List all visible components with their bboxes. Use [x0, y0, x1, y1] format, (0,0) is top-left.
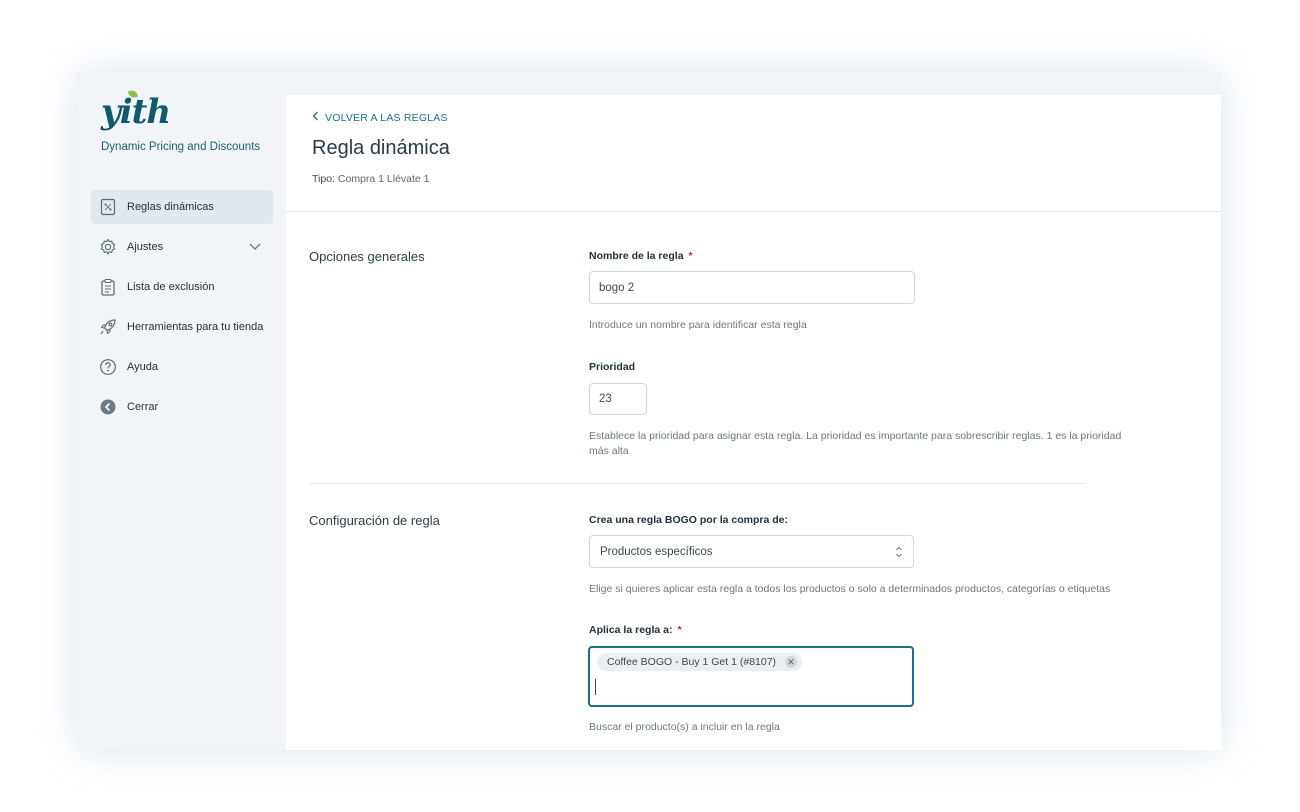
- sidebar-nav: Reglas dinámicas Ajustes Lista de exclus…: [91, 190, 273, 430]
- arrow-left-circle-icon: [99, 398, 117, 416]
- sidebar-item-reglas-dinamicas[interactable]: Reglas dinámicas: [91, 190, 273, 224]
- section-title-general: Opciones generales: [309, 249, 425, 264]
- chevron-down-icon[interactable]: [247, 238, 263, 254]
- rule-name-value: bogo 2: [599, 281, 635, 294]
- select-arrows-icon: [895, 545, 903, 559]
- priority-help: Establece la prioridad para asignar esta…: [589, 430, 1122, 457]
- sidebar-item-ajustes[interactable]: Ajustes: [91, 230, 273, 264]
- bogo-selected-value: Productos específicos: [600, 545, 713, 558]
- product-tag-label: Coffee BOGO - Buy 1 Get 1 (#8107): [607, 656, 777, 668]
- sidebar-item-label: Reglas dinámicas: [127, 201, 214, 213]
- logo-text: yith: [101, 92, 171, 132]
- section-title-config: Configuración de regla: [309, 513, 440, 528]
- remove-tag-icon[interactable]: ✕: [785, 656, 798, 668]
- priority-input[interactable]: 23: [589, 383, 647, 415]
- priority-value: 23: [599, 393, 612, 405]
- rule-name-input[interactable]: bogo 2: [589, 271, 915, 304]
- sidebar-item-cerrar[interactable]: Cerrar: [91, 390, 273, 424]
- required-marker: *: [688, 250, 693, 262]
- page-title: Regla dinámica: [312, 137, 450, 159]
- priority-label: Prioridad: [589, 361, 636, 373]
- main-panel: VOLVER A LAS REGLAS Regla dinámica Tipo:…: [286, 95, 1221, 750]
- apply-help: Buscar el producto(s) a incluir en la re…: [589, 721, 780, 733]
- sidebar-item-ayuda[interactable]: Ayuda: [91, 350, 273, 384]
- chevron-left-icon: [312, 111, 319, 124]
- apply-products-field[interactable]: Coffee BOGO - Buy 1 Get 1 (#8107) ✕: [588, 646, 914, 707]
- rule-name-label: Nombre de la regla *: [589, 250, 693, 262]
- product-tag: Coffee BOGO - Buy 1 Get 1 (#8107) ✕: [597, 653, 803, 671]
- rule-document-icon: [99, 198, 117, 216]
- sidebar-item-lista-exclusion[interactable]: Lista de exclusión: [91, 270, 273, 304]
- apply-label: Aplica la regla a: *: [589, 624, 682, 636]
- rule-type-value: Compra 1 Llévate 1: [337, 173, 430, 185]
- sidebar-item-label: Lista de exclusión: [127, 281, 215, 293]
- rule-name-label-text: Nombre de la regla: [589, 250, 684, 262]
- app-name: Dynamic Pricing and Discounts: [101, 141, 261, 153]
- clipboard-list-icon: [99, 278, 117, 296]
- sidebar-item-label: Herramientas para tu tienda: [127, 321, 264, 333]
- rule-type: Tipo: Compra 1 Llévate 1: [312, 173, 430, 185]
- gear-icon: [99, 238, 117, 256]
- sidebar-item-label: Ajustes: [127, 241, 164, 253]
- sidebar-item-herramientas[interactable]: Herramientas para tu tienda: [91, 310, 273, 344]
- app-window: yith Dynamic Pricing and Discounts Regla…: [77, 72, 1221, 750]
- bogo-help: Elige si quieres aplicar esta regla a to…: [589, 583, 1111, 595]
- apply-label-text: Aplica la regla a:: [589, 624, 673, 636]
- sidebar-item-label: Cerrar: [127, 401, 159, 413]
- section-divider: [309, 483, 1085, 484]
- rocket-icon: [99, 318, 117, 336]
- bogo-select[interactable]: Productos específicos: [589, 535, 914, 568]
- back-to-rules-link[interactable]: VOLVER A LAS REGLAS: [312, 111, 448, 124]
- sidebar: yith Dynamic Pricing and Discounts Regla…: [77, 72, 285, 750]
- rule-type-label: Tipo:: [312, 173, 335, 185]
- header-divider: [286, 211, 1221, 212]
- bogo-label: Crea una regla BOGO por la compra de:: [589, 514, 788, 526]
- text-cursor: [595, 679, 596, 695]
- required-marker: *: [677, 624, 682, 636]
- question-circle-icon: [99, 358, 117, 376]
- rule-name-help: Introduce un nombre para identificar est…: [589, 319, 807, 331]
- yith-logo: yith: [101, 88, 171, 132]
- sidebar-item-label: Ayuda: [127, 361, 158, 373]
- back-label: VOLVER A LAS REGLAS: [325, 111, 448, 124]
